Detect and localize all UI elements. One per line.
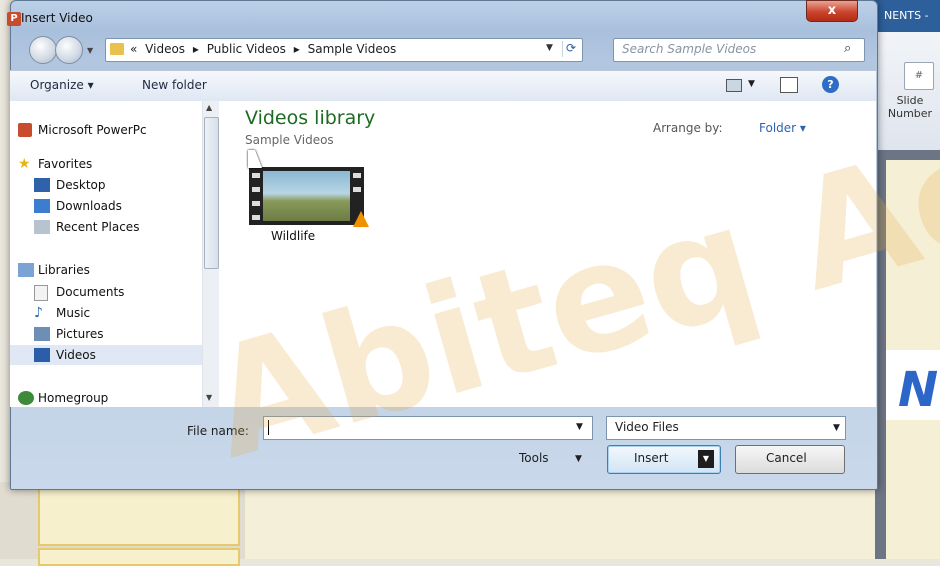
film-reel-hole [353, 187, 361, 192]
nav-item-desktop[interactable]: Desktop [56, 178, 106, 192]
slide-number-icon[interactable]: # [904, 62, 934, 90]
preview-pane-icon[interactable] [780, 77, 798, 93]
nav-item-favorites[interactable]: Favorites [38, 157, 92, 171]
file-list-pane: Videos library Sample Videos Arrange by:… [219, 101, 876, 407]
breadcrumb-separator[interactable]: ▸ [294, 42, 300, 56]
dialog-title: Insert Video [21, 11, 93, 25]
breadcrumb-sample-videos[interactable]: Sample Videos [308, 42, 397, 56]
video-file-thumbnail[interactable] [249, 167, 369, 227]
file-type-value: Video Files [615, 420, 679, 434]
video-preview-image [263, 171, 350, 221]
background-slide-main [245, 482, 875, 559]
file-name-label: File name: [187, 424, 249, 438]
breadcrumb-videos[interactable]: Videos [145, 42, 185, 56]
search-icon[interactable]: ⌕ [844, 41, 851, 56]
file-type-select[interactable]: Video Files ▼ [606, 416, 846, 440]
mouse-cursor [248, 150, 262, 168]
slide-thumbnail[interactable] [38, 486, 240, 546]
change-view-icon[interactable] [726, 79, 742, 92]
scrollbar-thumb[interactable] [204, 117, 219, 269]
nav-item-libraries[interactable]: Libraries [38, 263, 90, 277]
breadcrumb[interactable]: « Videos ▸ Public Videos ▸ Sample Videos [130, 42, 400, 56]
slide-thumbnail[interactable] [38, 548, 240, 566]
file-name-input[interactable] [263, 416, 593, 440]
forward-button[interactable] [55, 36, 83, 64]
organize-button[interactable]: Organize ▾ [30, 78, 94, 92]
star-icon: ★ [18, 156, 31, 172]
tools-dropdown-icon[interactable]: ▼ [575, 454, 582, 464]
insert-label: Insert [634, 451, 669, 465]
address-bar[interactable]: « Videos ▸ Public Videos ▸ Sample Videos… [105, 38, 583, 62]
search-input[interactable]: Search Sample Videos ⌕ [613, 38, 865, 62]
downloads-icon [34, 199, 50, 213]
arrange-by-label: Arrange by: [653, 121, 723, 135]
nav-item-music[interactable]: Music [56, 306, 90, 320]
background-title-text: NENTS - [884, 9, 929, 22]
arrange-by-dropdown[interactable]: Folder ▾ [759, 121, 806, 135]
nav-item-videos[interactable]: Videos [56, 348, 96, 362]
search-placeholder: Search Sample Videos [622, 42, 757, 56]
film-reel-hole [353, 173, 361, 178]
folder-icon [110, 43, 124, 55]
text-cursor [268, 420, 269, 435]
film-reel-hole [252, 173, 260, 178]
homegroup-icon [18, 391, 34, 405]
breadcrumb-public-videos[interactable]: Public Videos [207, 42, 286, 56]
breadcrumb-overflow[interactable]: « [130, 42, 137, 56]
new-folder-button[interactable]: New folder [142, 78, 207, 92]
cancel-button[interactable]: Cancel [735, 445, 845, 474]
back-button[interactable] [29, 36, 57, 64]
music-icon: ♪ [34, 305, 43, 321]
film-reel-hole [252, 215, 260, 220]
views-dropdown[interactable]: ▼ [748, 79, 755, 89]
video-file-name[interactable]: Wildlife [271, 229, 315, 243]
help-icon[interactable]: ? [822, 76, 839, 93]
tools-button[interactable]: Tools [519, 451, 549, 465]
nav-item-recent-places[interactable]: Recent Places [56, 220, 139, 234]
desktop-icon [34, 178, 50, 192]
nav-item-documents[interactable]: Documents [56, 285, 124, 299]
powerpoint-icon [18, 123, 32, 137]
address-dropdown[interactable]: ▼ [546, 43, 553, 53]
library-subtitle: Sample Videos [245, 133, 334, 147]
file-name-dropdown[interactable]: ▼ [576, 422, 583, 432]
nav-item-pictures[interactable]: Pictures [56, 327, 104, 341]
close-button[interactable]: x [806, 0, 858, 22]
nav-item-homegroup[interactable]: Homegroup [38, 391, 108, 405]
recent-pages-dropdown[interactable]: ▼ [87, 46, 93, 55]
refresh-icon[interactable]: ⟳ [562, 41, 582, 57]
film-reel-hole [252, 201, 260, 206]
chevron-down-icon[interactable]: ▼ [833, 423, 840, 433]
insert-button[interactable]: Insert ▼ [607, 445, 721, 474]
cancel-label: Cancel [766, 451, 807, 465]
pictures-icon [34, 327, 50, 341]
recent-places-icon [34, 220, 50, 234]
navigation-scrollbar[interactable]: ▲ ▼ [202, 101, 219, 407]
videos-icon [34, 348, 50, 362]
command-bar: Organize ▾ New folder ▼ ? [10, 70, 876, 102]
background-slide-letter: N [898, 362, 939, 418]
navigation-pane: Microsoft PowerPc ★ Favorites Desktop Do… [10, 101, 219, 407]
scroll-up-icon[interactable]: ▲ [206, 103, 212, 112]
powerpoint-icon: P [7, 12, 21, 26]
nav-item-microsoft-powerpoint[interactable]: Microsoft PowerPc [38, 123, 147, 137]
libraries-icon [18, 263, 34, 277]
vlc-cone-icon [353, 211, 369, 227]
breadcrumb-separator[interactable]: ▸ [193, 42, 199, 56]
scroll-down-icon[interactable]: ▼ [206, 393, 212, 402]
documents-icon [34, 285, 48, 301]
slide-number-label[interactable]: Slide Number [880, 94, 940, 120]
insert-options-dropdown[interactable]: ▼ [698, 450, 714, 468]
library-title: Videos library [245, 107, 376, 129]
nav-item-downloads[interactable]: Downloads [56, 199, 122, 213]
film-reel-hole [252, 187, 260, 192]
